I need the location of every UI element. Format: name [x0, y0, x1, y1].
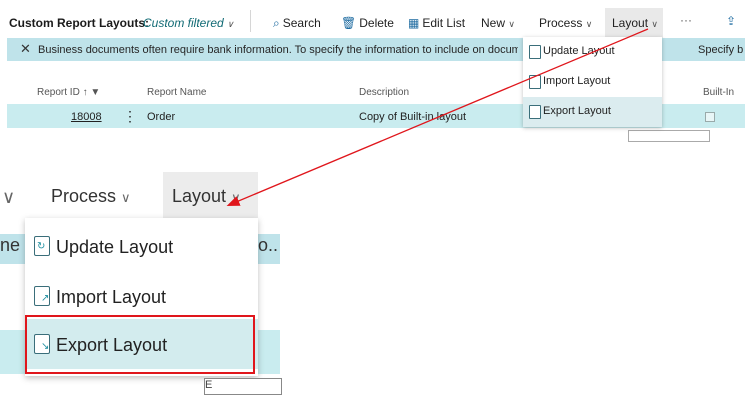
annotation-arrow	[226, 28, 649, 207]
